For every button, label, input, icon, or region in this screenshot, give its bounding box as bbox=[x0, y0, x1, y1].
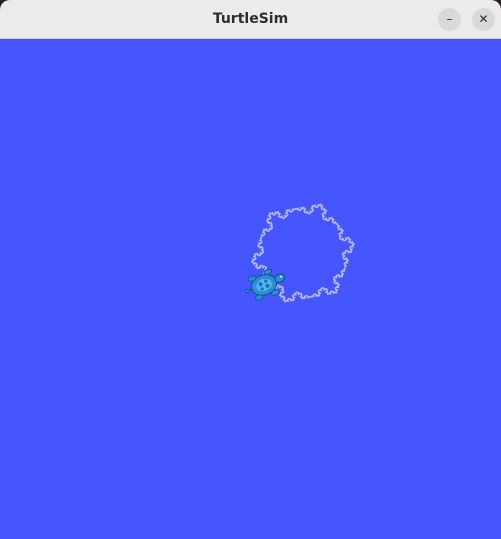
close-button[interactable]: ✕ bbox=[472, 8, 495, 31]
minimize-button[interactable]: – bbox=[438, 8, 461, 31]
window-title: TurtleSim bbox=[212, 11, 289, 27]
title-bar[interactable]: TurtleSim – ✕ bbox=[0, 0, 501, 39]
turtlesim-window: TurtleSim – ✕ bbox=[0, 0, 501, 539]
minimize-icon: – bbox=[446, 12, 453, 26]
turtle-canvas bbox=[0, 39, 501, 539]
turtle-drawing-area bbox=[0, 39, 501, 539]
canvas-background bbox=[0, 39, 501, 539]
close-icon: ✕ bbox=[478, 12, 489, 26]
